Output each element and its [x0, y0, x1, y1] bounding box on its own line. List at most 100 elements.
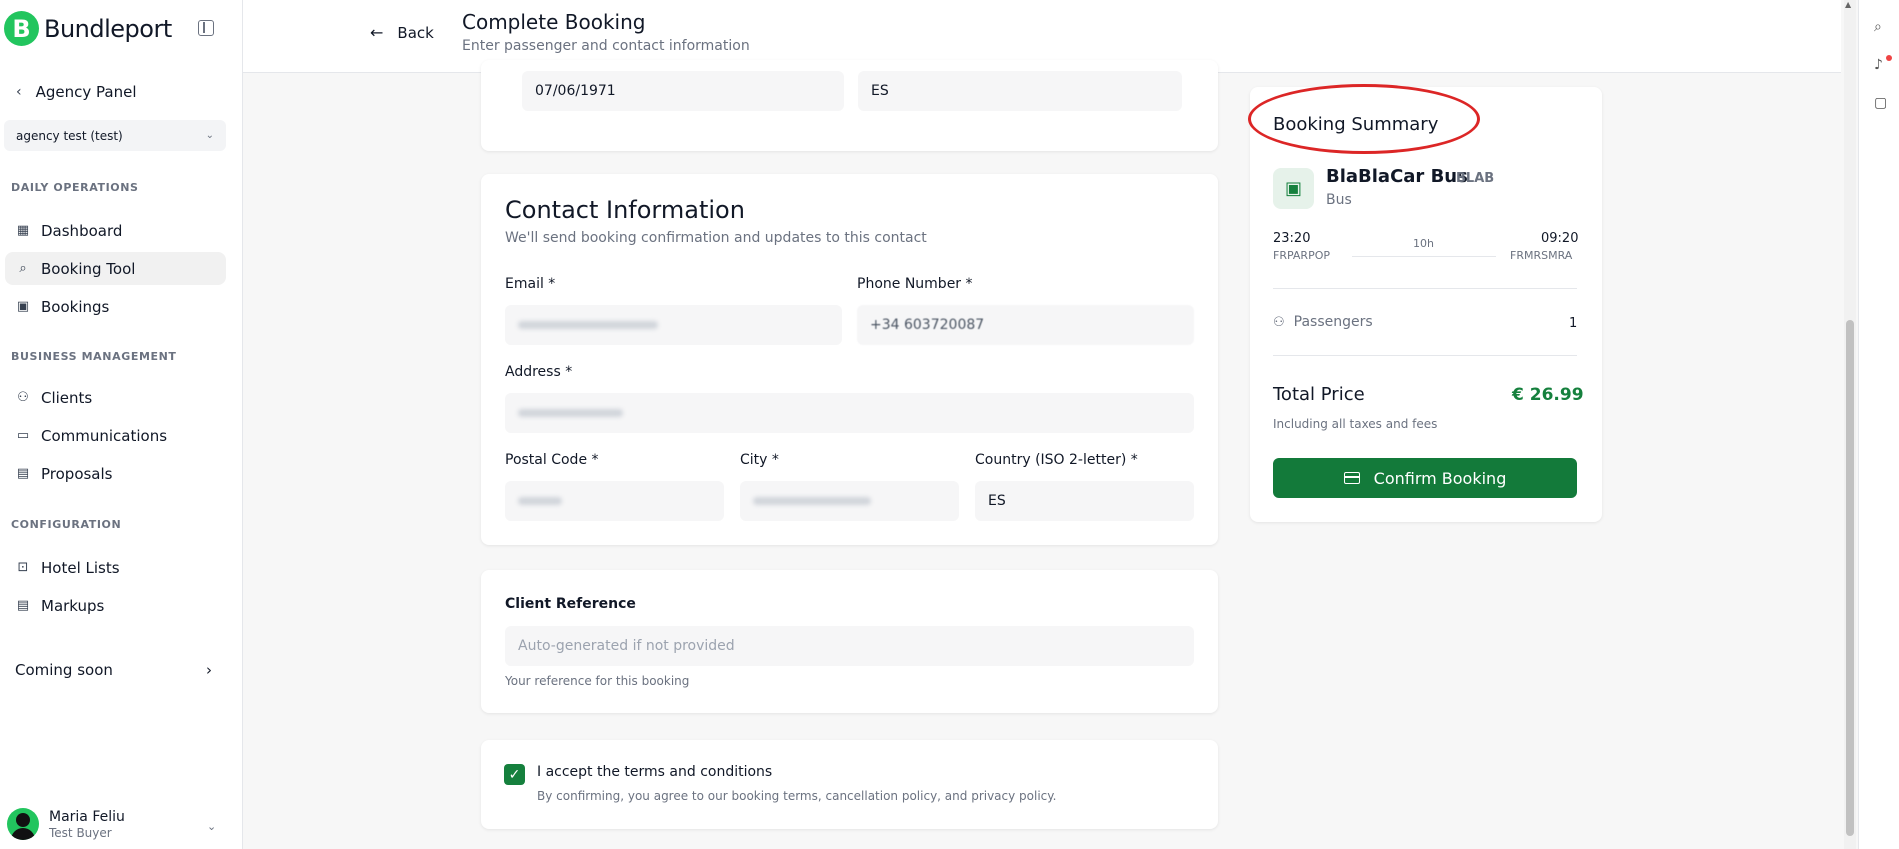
- client-reference-input[interactable]: Auto-generated if not provided: [505, 626, 1194, 666]
- chevron-right-icon: ›: [206, 660, 212, 679]
- section-daily-operations: DAILY OPERATIONS: [11, 181, 139, 194]
- carrier-name: BlaBlaCar Bus: [1326, 166, 1468, 187]
- back-button[interactable]: ← Back: [370, 23, 434, 42]
- terms-card: [481, 740, 1218, 829]
- page-subtitle: Enter passenger and contact information: [462, 38, 750, 54]
- nationality-field[interactable]: ES: [858, 71, 1182, 111]
- country-field[interactable]: ES: [975, 481, 1194, 521]
- sidebar-item-label: Booking Tool: [41, 259, 136, 278]
- phone-field[interactable]: +34 603720087: [857, 305, 1194, 345]
- postal-code-field[interactable]: [505, 481, 724, 521]
- sidebar-item-bookings[interactable]: ▣ Bookings: [5, 290, 226, 323]
- section-business-management: BUSINESS MANAGEMENT: [11, 350, 177, 363]
- user-role: Test Buyer: [49, 825, 112, 840]
- sidebar-item-hotel-lists[interactable]: ⊡ Hotel Lists: [5, 551, 226, 584]
- sidebar-item-booking-tool[interactable]: ⌕ Booking Tool: [5, 252, 226, 285]
- sidebar-item-communications[interactable]: ▭ Communications: [5, 419, 226, 452]
- sidebar-item-proposals[interactable]: ▤ Proposals: [5, 457, 226, 490]
- total-price-value: € 26.99: [1512, 385, 1584, 405]
- sidebar-item-clients[interactable]: ⚇ Clients: [5, 381, 226, 414]
- sidebar-item-markups[interactable]: ▤ Markups: [5, 589, 226, 622]
- contact-subtitle: We'll send booking confirmation and upda…: [505, 230, 927, 246]
- brand-name: Bundleport: [44, 14, 172, 43]
- city-field[interactable]: [740, 481, 959, 521]
- bell-icon[interactable]: ♪: [1874, 57, 1883, 73]
- country-label: Country (ISO 2-letter) *: [975, 452, 1138, 468]
- city-redacted: [753, 497, 871, 505]
- document-icon: ▤: [16, 598, 30, 613]
- booking-summary-card: [1250, 87, 1602, 522]
- sidebar-item-dashboard[interactable]: ▦ Dashboard: [5, 214, 226, 247]
- feedback-icon[interactable]: ▢: [1874, 95, 1887, 111]
- phone-label: Phone Number *: [857, 276, 973, 292]
- sidebar-item-label: Communications: [41, 426, 168, 445]
- calendar-icon: ▣: [16, 299, 30, 314]
- terms-label[interactable]: I accept the terms and conditions: [537, 764, 772, 780]
- email-label: Email *: [505, 276, 556, 292]
- contact-title: Contact Information: [505, 196, 745, 224]
- sidebar-item-label: Dashboard: [41, 221, 123, 240]
- user-menu[interactable]: Maria Feliu Test Buyer: [7, 808, 125, 840]
- chevron-down-icon[interactable]: ⌄: [207, 820, 216, 833]
- departure-time: 23:20: [1273, 231, 1311, 246]
- country-value: ES: [988, 493, 1006, 509]
- email-field[interactable]: [505, 305, 842, 345]
- back-label: Back: [397, 23, 434, 42]
- carrier-code: BLAB: [1456, 171, 1495, 186]
- confirm-booking-button[interactable]: Confirm Booking: [1273, 458, 1577, 498]
- taxes-note: Including all taxes and fees: [1273, 417, 1438, 431]
- page-title: Complete Booking: [462, 10, 646, 34]
- agency-select[interactable]: agency test (test) ⌄: [4, 120, 226, 151]
- birth-date-field[interactable]: 07/06/1971: [522, 71, 844, 111]
- contact-card: Contact Information We'll send booking c…: [481, 174, 1218, 545]
- terms-detail: By confirming, you agree to our booking …: [537, 789, 1057, 803]
- city-label: City *: [740, 452, 779, 468]
- email-redacted: [518, 321, 658, 329]
- terms-checkbox[interactable]: ✓: [504, 764, 525, 785]
- sidebar-item-label: Hotel Lists: [41, 558, 120, 577]
- agency-panel-label: Agency Panel: [35, 83, 137, 101]
- phone-value: +34 603720087: [870, 317, 985, 333]
- message-icon: ▭: [16, 428, 30, 443]
- birth-date-value: 07/06/1971: [535, 83, 616, 99]
- scroll-up-icon[interactable]: ▲: [1845, 0, 1851, 9]
- nationality-value: ES: [871, 83, 889, 99]
- coming-soon-toggle[interactable]: Coming soon ›: [5, 653, 226, 686]
- notification-dot: [1886, 55, 1892, 61]
- confirm-booking-label: Confirm Booking: [1373, 468, 1507, 488]
- trip-duration: 10h: [1413, 237, 1434, 250]
- bus-icon: ▣: [1273, 168, 1314, 209]
- client-reference-help: Your reference for this booking: [505, 674, 690, 688]
- scrollbar-thumb[interactable]: [1846, 320, 1854, 836]
- search-icon[interactable]: ⌕: [1874, 19, 1882, 35]
- address-redacted: [518, 409, 623, 417]
- logo-mark-icon: B: [4, 11, 39, 46]
- sidebar-item-label: Clients: [41, 388, 93, 407]
- carrier-type: Bus: [1326, 192, 1352, 208]
- right-rail: [1858, 0, 1899, 849]
- users-icon: ⚇: [17, 390, 29, 405]
- agency-select-value: agency test (test): [16, 128, 123, 143]
- chevron-left-icon: ‹: [16, 84, 22, 100]
- summary-divider: [1273, 355, 1577, 356]
- sidebar-toggle-icon[interactable]: [198, 20, 214, 36]
- agency-panel-back-link[interactable]: ‹ Agency Panel: [16, 83, 137, 101]
- annotation-ellipse: [1248, 84, 1480, 154]
- arrival-time: 09:20: [1541, 231, 1579, 246]
- dashboard-icon: ▦: [16, 223, 30, 238]
- address-field[interactable]: [505, 393, 1194, 433]
- search-icon: ⌕: [19, 261, 27, 276]
- brand-logo[interactable]: B Bundleport: [4, 11, 172, 46]
- client-reference-placeholder: Auto-generated if not provided: [518, 638, 735, 654]
- avatar: [7, 808, 39, 840]
- sidebar-item-label: Bookings: [41, 297, 110, 316]
- summary-divider: [1273, 288, 1577, 289]
- user-name: Maria Feliu: [49, 808, 125, 825]
- postal-code-label: Postal Code *: [505, 452, 599, 468]
- sidebar-item-label: Proposals: [41, 464, 113, 483]
- passengers-count: 1: [1569, 316, 1578, 331]
- section-configuration: CONFIGURATION: [11, 518, 122, 531]
- postal-redacted: [518, 497, 562, 505]
- client-reference-label: Client Reference: [505, 596, 636, 612]
- total-price-label: Total Price: [1273, 384, 1365, 405]
